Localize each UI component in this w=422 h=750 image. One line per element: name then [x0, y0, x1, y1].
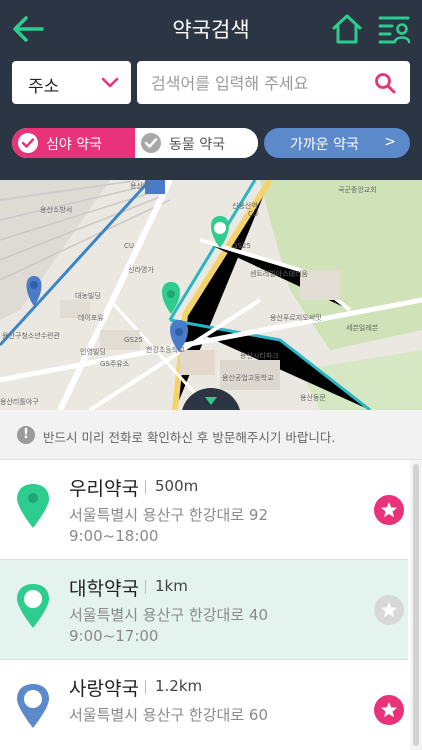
star-icon	[381, 602, 397, 618]
search-input[interactable]	[151, 71, 371, 95]
map-pin-icon	[17, 684, 49, 728]
divider	[145, 580, 146, 594]
filter-toggle-group: 심야 약국 동물 약국	[12, 128, 258, 158]
night-pharmacy-label: 심야 약국	[46, 137, 102, 153]
pharmacy-hours: 9:00~17:00	[69, 627, 159, 645]
check-icon	[141, 133, 161, 153]
scroll-thumb[interactable]	[413, 464, 419, 746]
favorite-button[interactable]	[374, 695, 404, 725]
svg-text:용산동문: 용산동문	[300, 393, 326, 402]
home-icon	[332, 14, 362, 44]
star-icon	[381, 702, 397, 718]
check-icon	[18, 133, 38, 153]
favorite-button[interactable]	[374, 595, 404, 625]
triangle-down-icon	[205, 397, 217, 405]
svg-text:세븐일레븐: 세븐일레븐	[346, 323, 379, 332]
pharmacy-address: 서울특별시 용산구 한강대로 60	[69, 706, 268, 724]
svg-text:센트레빌아스테리움: 센트레빌아스테리움	[250, 269, 309, 278]
pharmacy-distance: 500m	[155, 477, 199, 495]
svg-text:인영빌딩: 인영빌딩	[80, 347, 106, 356]
list-user-icon	[378, 16, 411, 44]
map-pin-icon	[17, 484, 49, 528]
menu-button[interactable]	[378, 13, 412, 45]
animal-pharmacy-label: 동물 약국	[169, 137, 225, 153]
svg-text:대농빌딩: 대농빌딩	[75, 291, 101, 300]
nearby-pharmacy-button[interactable]: 가까운 약국 >	[264, 128, 410, 158]
search-type-value: 주소	[28, 77, 60, 97]
svg-text:용산공업고등학교: 용산공업고등학교	[222, 373, 274, 382]
chevron-down-icon	[101, 77, 119, 88]
svg-text:용산소방서: 용산소방서	[40, 205, 72, 214]
star-icon	[381, 502, 397, 518]
list-item[interactable]: 대학약국 1km 서울특별시 용산구 한강대로 40 9:00~17:00	[0, 560, 408, 660]
divider	[145, 680, 146, 694]
notice-bar: ! 반드시 미리 전화로 확인하신 후 방문해주시기 바랍니다.	[0, 410, 422, 460]
svg-text:CU: CU	[124, 242, 134, 250]
list-item[interactable]: 사랑약국 1.2km 서울특별시 용산구 한강대로 60	[0, 660, 408, 750]
pharmacy-name: 우리약국	[69, 478, 139, 500]
svg-text:용산역: 용산역	[130, 181, 149, 190]
favorite-button[interactable]	[374, 495, 404, 525]
pharmacy-address: 서울특별시 용산구 한강대로 40	[69, 606, 268, 624]
pharmacy-address: 서울특별시 용산구 한강대로 92	[69, 506, 268, 524]
svg-text:CU: CU	[248, 210, 258, 218]
map-pin-icon	[17, 584, 49, 628]
pharmacy-name: 사랑약국	[69, 678, 139, 700]
svg-text:국군중앙교회: 국군중앙교회	[338, 186, 377, 194]
divider	[145, 480, 146, 494]
notice-text: 반드시 미리 전화로 확인하신 후 방문해주시기 바랍니다.	[43, 430, 336, 445]
svg-text:용산시티파크: 용산시티파크	[240, 351, 279, 360]
svg-text:GS25: GS25	[124, 336, 143, 344]
map-view[interactable]: 용산역 신용산역 CU CU GS25 GS25 신라명가 대농빌딩 데이포유 …	[0, 180, 422, 410]
svg-text:신라명가: 신라명가	[128, 265, 154, 274]
pharmacy-name: 대학약국	[69, 578, 139, 600]
nearby-pharmacy-label: 가까운 약국	[290, 137, 359, 153]
search-icon[interactable]	[374, 72, 396, 94]
search-field	[137, 61, 410, 104]
pharmacy-distance: 1km	[155, 577, 188, 595]
animal-pharmacy-toggle[interactable]: 동물 약국	[135, 128, 258, 158]
app-header: 약국검색 주소 심야 약국	[0, 0, 422, 180]
pharmacy-hours: 9:00~18:00	[69, 527, 159, 545]
night-pharmacy-toggle[interactable]: 심야 약국	[12, 128, 135, 158]
svg-text:용산구청소년수련관: 용산구청소년수련관	[2, 331, 61, 340]
list-scrollbar[interactable]	[410, 460, 422, 750]
svg-text:GS25: GS25	[232, 242, 251, 250]
search-type-select[interactable]: 주소	[12, 61, 131, 104]
svg-text:용산푸르지오써밋: 용산푸르지오써밋	[270, 313, 322, 322]
svg-text:데이포유: 데이포유	[78, 313, 104, 322]
svg-text:GS주유소: GS주유소	[100, 360, 130, 368]
chevron-right-icon: >	[384, 134, 396, 150]
pharmacy-list: 우리약국 500m 서울특별시 용산구 한강대로 92 9:00~18:00 대…	[0, 460, 422, 750]
svg-text:용산리틀야구: 용산리틀야구	[0, 397, 39, 406]
pharmacy-distance: 1.2km	[155, 677, 203, 695]
exclamation-icon: !	[17, 426, 35, 444]
list-item[interactable]: 우리약국 500m 서울특별시 용산구 한강대로 92 9:00~18:00	[0, 460, 408, 560]
map-canvas: 용산역 신용산역 CU CU GS25 GS25 신라명가 대농빌딩 데이포유 …	[0, 180, 422, 410]
svg-text:신용산역: 신용산역	[232, 201, 258, 210]
home-button[interactable]	[331, 13, 363, 45]
